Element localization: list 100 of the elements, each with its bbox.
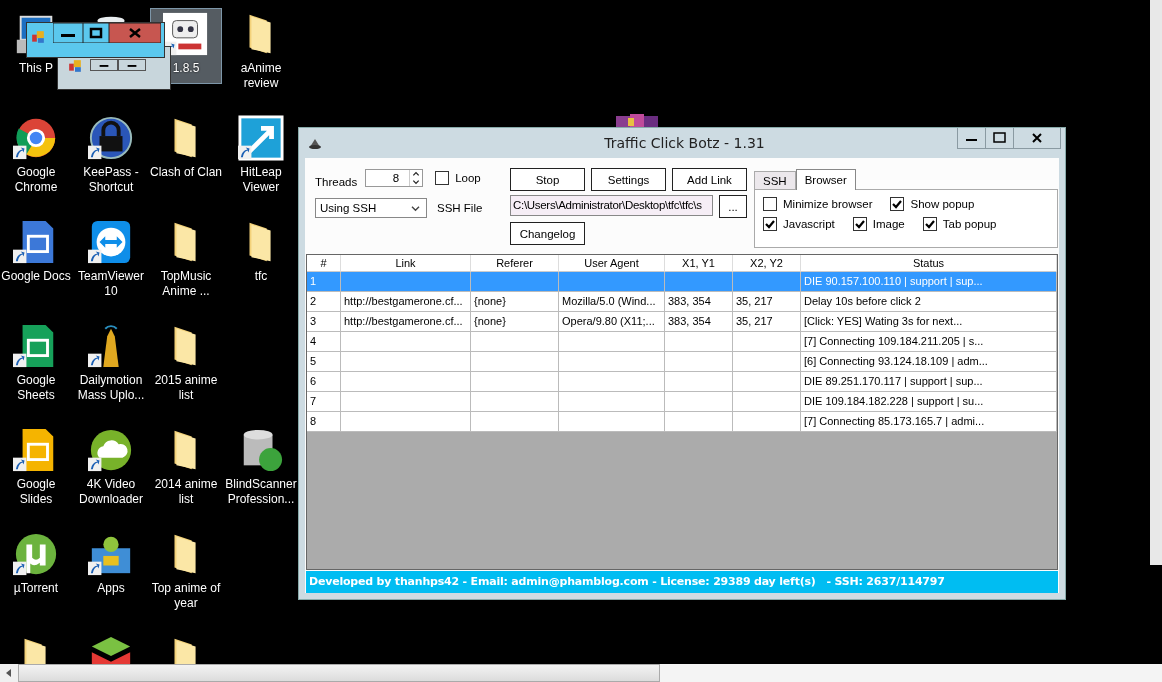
status-bar: Developed by thanhps42 - Email: admin@phamblog.com - License: 29389 day left(s) - SSH: 2637/114797	[306, 571, 1058, 593]
changelog-button[interactable]: Changelog	[510, 222, 585, 245]
desktop-item[interactable]: BlindScanner Profession...	[225, 424, 297, 508]
icon-label: Google Sheets	[15, 373, 57, 403]
table-cell: 7	[310, 395, 317, 407]
caption-dialog[interactable]	[26, 22, 165, 58]
action-button[interactable]: Stop	[510, 168, 585, 191]
desktop-item[interactable]: µTorrent	[0, 528, 72, 604]
app-icon	[68, 59, 82, 73]
desktop-item[interactable]: Clash of Clan	[150, 112, 222, 188]
desktop-item[interactable]: aAnime review	[225, 8, 297, 92]
table-row[interactable]: 2 http://bestgamerone.cf... {none} Mozilla/5.0 (Wind... 383, 354 35, 217 Delay 10s before click 2	[307, 292, 1057, 312]
action-button[interactable]: Settings	[591, 168, 666, 191]
table-cell: 5	[310, 355, 317, 367]
app-icon	[31, 30, 45, 44]
ssh-file-label: SSH File	[437, 202, 483, 214]
horizontal-scrollbar[interactable]	[0, 664, 1162, 682]
table-cell: http://bestgamerone.cf...	[344, 295, 463, 307]
table-cell: 8	[310, 415, 317, 427]
option-label: Javascript	[783, 218, 835, 230]
desktop-item[interactable]: Google Docs	[0, 216, 72, 292]
desktop-item[interactable]: 4K Video Downloader	[75, 424, 147, 508]
option-checkbox[interactable]	[890, 197, 905, 211]
icon-label: Google Docs	[0, 269, 72, 284]
minimize-icon[interactable]	[90, 59, 118, 71]
option-label: Minimize browser	[783, 198, 873, 210]
option-checkbox[interactable]	[852, 217, 867, 231]
icon-label: Top anime of year	[150, 581, 222, 611]
table-cell: 2	[310, 295, 317, 307]
icon-label: Apps	[96, 581, 126, 596]
option-label: Tab popup	[942, 218, 997, 230]
icon-label: 4K Video Downloader	[77, 477, 144, 507]
maximize-icon[interactable]	[83, 23, 109, 43]
desktop-item[interactable]: Google Sheets	[0, 320, 72, 404]
table-cell: Opera/9.80 (X11;...	[562, 315, 655, 327]
icon-label: Clash of Clan	[149, 165, 223, 180]
icon-label: 2015 anime list	[153, 373, 219, 403]
icon-label: TopMusic Anime ...	[159, 269, 213, 299]
table-row[interactable]: 6 DIE 89.251.170.117 | support | sup...	[307, 372, 1057, 392]
table-cell: 383, 354	[668, 315, 711, 327]
table-cell: 383, 354	[668, 295, 711, 307]
table-row[interactable]: 4 [7] Connecting 109.184.211.205 | s...	[307, 332, 1057, 352]
action-button[interactable]: Add Link	[672, 168, 747, 191]
caret-icon[interactable]	[411, 204, 420, 212]
icon-label: HitLeap Viewer	[239, 165, 283, 195]
browse-button[interactable]: ...	[719, 195, 747, 218]
desktop-item[interactable]: 2015 anime list	[150, 320, 222, 404]
table-cell: {none}	[474, 295, 506, 307]
table-cell: 4	[310, 335, 317, 347]
table-cell: 35, 217	[736, 315, 773, 327]
table-cell: Mozilla/5.0 (Wind...	[562, 295, 656, 307]
icon-label: Dailymotion Mass Uplo...	[76, 373, 146, 403]
desktop-item[interactable]: TopMusic Anime ...	[150, 216, 222, 300]
table-cell: http://bestgamerone.cf...	[344, 315, 463, 327]
desktop-item[interactable]: HitLeap Viewer	[225, 112, 297, 196]
icon-label: KeePass - Shortcut	[82, 165, 140, 195]
table-row[interactable]: 8 [7] Connecting 85.173.165.7 | admi...	[307, 412, 1057, 432]
scroll-left-icon[interactable]	[0, 664, 18, 682]
tab[interactable]: SSH	[754, 171, 796, 189]
window-title: Traffic Click Botz - 1.31	[603, 135, 766, 151]
desktop-item[interactable]: KeePass - Shortcut	[75, 112, 147, 196]
desktop-item[interactable]: Apps	[75, 528, 147, 604]
threads-spinner[interactable]: 8	[365, 169, 424, 187]
option-checkbox[interactable]	[763, 197, 777, 211]
desktop-item[interactable]: 2014 anime list	[150, 424, 222, 508]
scrollbar-thumb[interactable]	[18, 664, 660, 682]
tab[interactable]: Browser	[795, 169, 856, 190]
loop-label: Loop	[455, 172, 481, 184]
desktop-item[interactable]: Google Chrome	[0, 112, 72, 196]
table-cell: 3	[310, 315, 317, 327]
icon-label: BlindScanner Profession...	[224, 477, 298, 507]
desktop-item[interactable]: Top anime of year	[150, 528, 222, 612]
mode-dropdown[interactable]: Using SSH	[315, 198, 427, 218]
icon-label: µTorrent	[12, 581, 60, 596]
icon-label: aAnime review	[239, 61, 283, 91]
option-label: Show popup	[910, 198, 975, 210]
table-cell: 35, 217	[736, 295, 773, 307]
icon-label: TeamViewer 10	[77, 269, 145, 299]
table-row[interactable]: 5 [6] Connecting 93.124.18.109 | adm...	[307, 352, 1057, 372]
table-row[interactable]: 7 DIE 109.184.182.228 | support | su...	[307, 392, 1057, 412]
minimize-icon[interactable]	[53, 23, 83, 43]
archive-icon	[616, 114, 660, 128]
option-checkbox[interactable]	[763, 217, 777, 231]
vertical-scrollbar[interactable]	[1150, 0, 1162, 565]
minimize-icon[interactable]	[118, 59, 146, 71]
ssh-file-field[interactable]: C:\Users\Administrator\Desktop\tfc\tfc\s	[510, 195, 713, 216]
table-row[interactable]: 3 http://bestgamerone.cf... {none} Opera/9.80 (X11;... 383, 354 35, 217 [Click: YES] Wating 3s for next...	[307, 312, 1057, 332]
table-cell: [7] Connecting 85.173.165.7 | admi...	[804, 415, 985, 427]
table-cell: 1	[310, 275, 317, 287]
table-cell: [Click: YES] Wating 3s for next...	[804, 315, 963, 327]
desktop-item[interactable]: Dailymotion Mass Uplo...	[75, 320, 147, 404]
desktop-item[interactable]: Google Slides	[0, 424, 72, 508]
desktop-item[interactable]: TeamViewer 10	[75, 216, 147, 300]
desktop-item[interactable]: tfc	[225, 216, 297, 292]
option-label: Image	[872, 218, 905, 230]
loop-checkbox[interactable]	[435, 171, 450, 185]
table-cell: DIE 89.251.170.117 | support | sup...	[804, 375, 983, 387]
table-cell: 6	[310, 375, 317, 387]
option-checkbox[interactable]	[922, 217, 937, 231]
icon-label: 1.8.5	[171, 61, 201, 76]
